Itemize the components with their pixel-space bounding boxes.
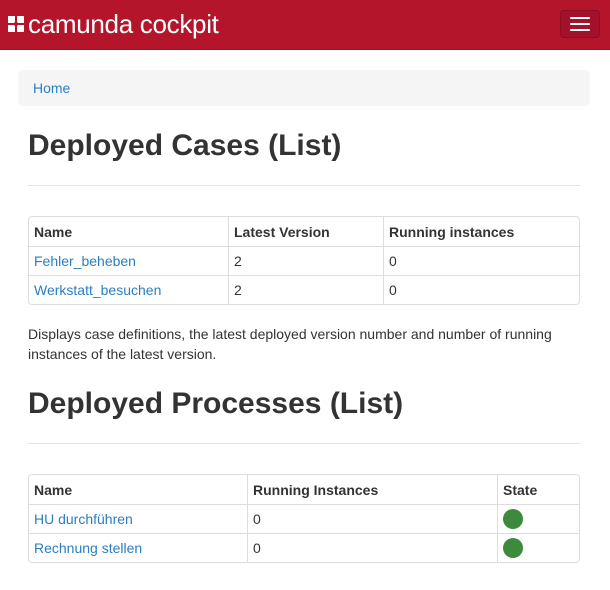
state-ok-icon [503,509,523,529]
hamburger-icon [570,23,590,25]
column-header-running-instances: Running Instances [247,475,497,504]
top-navbar: camunda cockpit [0,0,610,50]
process-link[interactable]: Rechnung stellen [34,540,142,556]
table-row: Fehler_beheben 2 0 [29,246,579,275]
process-state-cell [497,533,579,562]
process-running-cell: 0 [247,533,497,562]
column-header-running-instances: Running instances [383,217,579,246]
cases-title: Deployed Cases (List) [28,129,342,162]
process-name-cell: Rechnung stellen [29,533,247,562]
processes-divider [28,443,580,444]
processes-title: Deployed Processes (List) [28,387,404,420]
hamburger-icon [570,29,590,31]
column-header-latest-version: Latest Version [228,217,383,246]
process-running-cell: 0 [247,504,497,533]
table-row: HU durchführen 0 [29,504,579,533]
cases-divider [28,185,580,186]
case-link[interactable]: Fehler_beheben [34,253,136,269]
case-running-cell: 0 [383,246,579,275]
brand-name: camunda cockpit [28,9,219,39]
process-link[interactable]: HU durchführen [34,511,133,527]
column-header-name: Name [34,481,73,498]
cases-table: Name Latest Version Running instances Fe… [28,216,580,305]
breadcrumb-home-link[interactable]: Home [33,80,70,96]
table-row: Werkstatt_besuchen 2 0 [29,275,579,304]
breadcrumb: Home [18,70,590,106]
case-name-cell: Fehler_beheben [29,246,228,275]
case-link[interactable]: Werkstatt_besuchen [34,282,161,298]
camunda-logo-icon [8,16,24,32]
case-version-cell: 2 [228,275,383,304]
hamburger-icon [570,17,590,19]
state-ok-icon [503,538,523,558]
process-state-cell [497,504,579,533]
cases-table-header: Name Latest Version Running instances [29,217,579,246]
processes-table-header: Name Running Instances State [29,475,579,504]
menu-toggle-button[interactable] [560,10,600,38]
process-name-cell: HU durchführen [29,504,247,533]
column-header-state: State [497,475,579,504]
case-version-cell: 2 [228,246,383,275]
brand-link[interactable]: camunda cockpit [8,9,219,39]
table-row: Rechnung stellen 0 [29,533,579,562]
cases-description: Displays case definitions, the latest de… [28,326,552,362]
column-header-name: Name [34,223,73,240]
case-name-cell: Werkstatt_besuchen [29,275,228,304]
case-running-cell: 0 [383,275,579,304]
processes-table: Name Running Instances State HU durchfüh… [28,474,580,563]
